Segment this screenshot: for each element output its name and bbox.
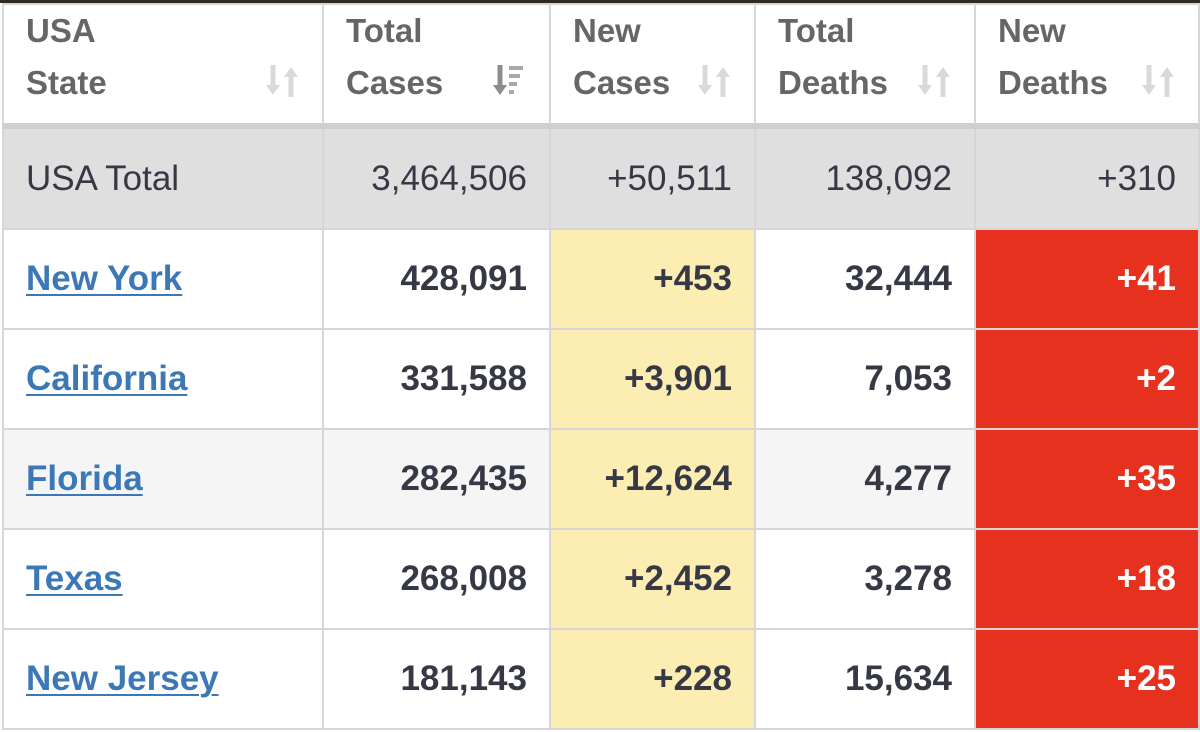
- new-cases-cell: +50,511: [549, 125, 756, 230]
- state-link[interactable]: California: [26, 359, 187, 398]
- new-deaths-cell: +18: [974, 528, 1200, 630]
- header-usa-state[interactable]: USA State: [2, 3, 324, 129]
- header-new-deaths[interactable]: New Deaths: [974, 3, 1200, 129]
- new-deaths-cell: +35: [974, 428, 1200, 530]
- state-name-cell: New York: [2, 228, 324, 330]
- total-deaths-cell: 7,053: [754, 328, 976, 430]
- total-deaths-cell: 4,277: [754, 428, 976, 530]
- total-name-cell: USA Total: [2, 125, 324, 230]
- total-cases-cell: 181,143: [322, 628, 551, 730]
- new-deaths-cell: +2: [974, 328, 1200, 430]
- sort-updown-icon[interactable]: [696, 61, 732, 101]
- state-name-cell: Texas: [2, 528, 324, 630]
- new-cases-cell: +3,901: [549, 328, 756, 430]
- header-label-line1: USA: [26, 12, 96, 49]
- total-cases-cell: 331,588: [322, 328, 551, 430]
- state-link[interactable]: Texas: [26, 559, 123, 598]
- state-name-cell: Florida: [2, 428, 324, 530]
- sort-updown-icon[interactable]: [916, 61, 952, 101]
- header-label-line2: State: [26, 64, 107, 101]
- table-row: Florida 282,435 +12,624 4,277 +35: [2, 428, 1200, 530]
- usa-states-table: USA State Total Cases New Cases Total De…: [2, 3, 1200, 730]
- sort-updown-icon[interactable]: [264, 61, 300, 101]
- table-row: New York 428,091 +453 32,444 +41: [2, 228, 1200, 330]
- total-deaths-cell: 3,278: [754, 528, 976, 630]
- header-total-cases[interactable]: Total Cases: [322, 3, 551, 129]
- header-label-line1: Total: [346, 12, 423, 49]
- new-deaths-cell: +310: [974, 125, 1200, 230]
- total-deaths-cell: 32,444: [754, 228, 976, 330]
- header-total-deaths[interactable]: Total Deaths: [754, 3, 976, 129]
- usa-total-row: USA Total 3,464,506 +50,511 138,092 +310: [2, 125, 1200, 230]
- new-deaths-cell: +41: [974, 228, 1200, 330]
- table-row: New Jersey 181,143 +228 15,634 +25: [2, 628, 1200, 730]
- state-link[interactable]: New York: [26, 259, 182, 298]
- sort-descending-icon[interactable]: [491, 61, 527, 101]
- new-cases-cell: +453: [549, 228, 756, 330]
- header-label-line1: New: [998, 12, 1066, 49]
- total-cases-cell: 3,464,506: [322, 125, 551, 230]
- total-cases-cell: 428,091: [322, 228, 551, 330]
- total-deaths-cell: 15,634: [754, 628, 976, 730]
- total-cases-cell: 282,435: [322, 428, 551, 530]
- table-row: Texas 268,008 +2,452 3,278 +18: [2, 528, 1200, 630]
- new-cases-cell: +228: [549, 628, 756, 730]
- state-name-cell: New Jersey: [2, 628, 324, 730]
- new-cases-cell: +12,624: [549, 428, 756, 530]
- sort-updown-icon[interactable]: [1140, 61, 1176, 101]
- header-row: USA State Total Cases New Cases Total De…: [2, 3, 1200, 129]
- header-label-line1: New: [573, 12, 641, 49]
- header-label-line1: Total: [778, 12, 855, 49]
- state-name-cell: California: [2, 328, 324, 430]
- state-link[interactable]: Florida: [26, 459, 143, 498]
- new-cases-cell: +2,452: [549, 528, 756, 630]
- header-new-cases[interactable]: New Cases: [549, 3, 756, 129]
- new-deaths-cell: +25: [974, 628, 1200, 730]
- table-row: California 331,588 +3,901 7,053 +2: [2, 328, 1200, 430]
- total-cases-cell: 268,008: [322, 528, 551, 630]
- state-link[interactable]: New Jersey: [26, 659, 219, 698]
- total-deaths-cell: 138,092: [754, 125, 976, 230]
